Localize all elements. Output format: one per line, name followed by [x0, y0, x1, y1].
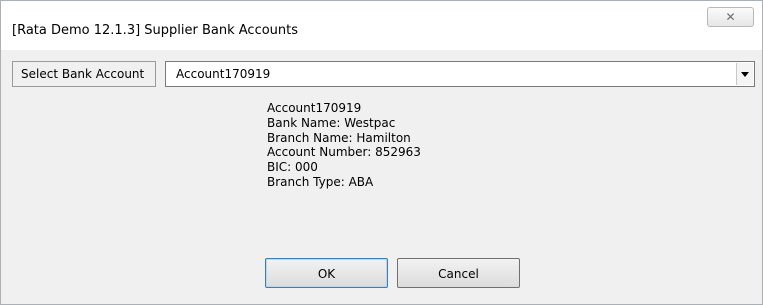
close-button[interactable]: ✕ — [707, 7, 754, 27]
bank-name: Bank Name: Westpac — [267, 115, 396, 130]
supplier-bank-accounts-dialog: [Rata Demo 12.1.3] Supplier Bank Account… — [0, 0, 763, 305]
account-name: Account170919 — [267, 101, 362, 115]
branch-name: Branch Name: Hamilton — [267, 130, 411, 145]
window-title: [Rata Demo 12.1.3] Supplier Bank Account… — [12, 23, 299, 38]
ok-button[interactable]: OK — [265, 258, 388, 288]
account-number: Account Number: 852963 — [267, 145, 421, 160]
close-icon: ✕ — [725, 10, 736, 24]
dropdown-selected-value: Account170919 — [176, 67, 271, 81]
cancel-button[interactable]: Cancel — [397, 258, 520, 288]
dialog-body: Select Bank Account Account170919 Accoun… — [1, 50, 762, 304]
title-bar[interactable]: [Rata Demo 12.1.3] Supplier Bank Account… — [1, 1, 762, 50]
account-details: Account170919 Bank Name: Westpac Branch … — [267, 101, 421, 190]
chevron-down-icon[interactable] — [736, 63, 753, 85]
bank-account-dropdown[interactable]: Account170919 — [165, 61, 755, 87]
select-bank-account-label: Select Bank Account — [12, 61, 156, 87]
bic-code: BIC: 000 — [267, 160, 318, 175]
branch-type: Branch Type: ABA — [267, 174, 374, 189]
